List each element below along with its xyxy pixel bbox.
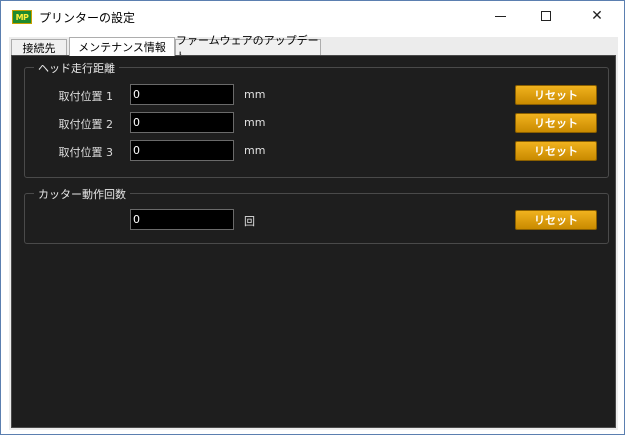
position-3-label: 取付位置 3	[58, 146, 114, 159]
cutter-count-reset-button[interactable]: リセット	[515, 210, 597, 230]
position-1-unit: mm	[244, 88, 266, 101]
position-2-reset-button[interactable]: リセット	[515, 113, 597, 133]
maximize-button[interactable]	[523, 1, 569, 31]
position-3-reset-button[interactable]: リセット	[515, 141, 597, 161]
position-2-unit: mm	[244, 116, 266, 129]
position-1-reset-button[interactable]: リセット	[515, 85, 597, 105]
position-2-input[interactable]	[130, 112, 234, 133]
tab-firmware-update[interactable]: ファームウェアのアップデート	[175, 34, 321, 63]
cutter-count-title: カッター動作回数	[34, 186, 130, 202]
window-title: プリンターの設定	[39, 11, 136, 25]
head-travel-group: ヘッド走行距離 取付位置 1 mm リセット 取付位置 2 mm リセット 取付…	[24, 60, 609, 178]
minimize-button[interactable]	[477, 1, 523, 31]
dialog-content: 接続先 メンテナンス情報 ファームウェアのアップデート ヘッド走行距離 取付位置…	[9, 34, 618, 430]
tab-bar: 接続先 メンテナンス情報 ファームウェアのアップデート	[9, 34, 618, 63]
position-1-input[interactable]	[130, 84, 234, 105]
close-button[interactable]: ✕	[574, 1, 620, 31]
cutter-count-group: カッター動作回数 回 リセット	[24, 186, 609, 244]
position-1-label: 取付位置 1	[58, 90, 114, 103]
position-2-label: 取付位置 2	[58, 118, 114, 131]
maximize-icon	[541, 11, 551, 21]
app-icon: MP	[12, 10, 32, 24]
cutter-count-input[interactable]	[130, 209, 234, 230]
position-3-input[interactable]	[130, 140, 234, 161]
close-icon: ✕	[591, 8, 603, 24]
maintenance-panel: ヘッド走行距離 取付位置 1 mm リセット 取付位置 2 mm リセット 取付…	[11, 55, 616, 428]
minimize-icon	[494, 15, 506, 17]
tab-maintenance[interactable]: メンテナンス情報	[69, 37, 175, 56]
title-bar[interactable]: MP プリンターの設定 ✕	[1, 1, 624, 31]
tab-connection[interactable]: 接続先	[11, 39, 67, 56]
printer-settings-window: MP プリンターの設定 ✕ 接続先 メンテナンス情報 ファームウェアのアップデー…	[0, 0, 625, 435]
position-3-unit: mm	[244, 144, 266, 157]
head-travel-title: ヘッド走行距離	[34, 60, 119, 76]
cutter-count-unit: 回	[244, 215, 255, 228]
